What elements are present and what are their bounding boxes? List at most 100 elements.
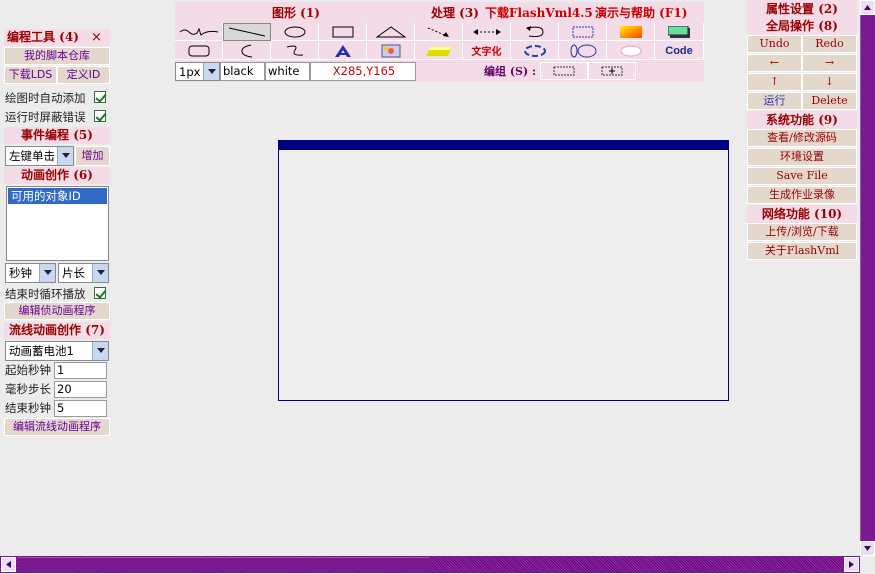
process-menu[interactable]: 处理 (3) — [431, 4, 479, 22]
triangle-icon — [374, 25, 407, 37]
step-input[interactable]: 20 — [54, 381, 107, 398]
triangle-tool[interactable] — [367, 23, 415, 41]
chevron-down-icon — [39, 264, 55, 282]
loop-label: 结束时循环播放 — [5, 287, 86, 301]
gradient-tool[interactable] — [607, 23, 655, 41]
anim-title: 动画创作 (6) — [4, 167, 110, 184]
download-menu[interactable]: 下载FlashVml4.5 — [485, 4, 593, 22]
shadow-box-icon — [668, 25, 690, 38]
wordart-tool[interactable] — [319, 42, 367, 60]
arc-tool[interactable] — [223, 42, 271, 60]
delete-button[interactable]: Delete — [802, 92, 857, 110]
rotate-tool[interactable] — [511, 42, 559, 60]
freehand-tool[interactable] — [175, 23, 223, 41]
scroll-left-button[interactable] — [1, 557, 16, 572]
fill-color-input[interactable]: white — [265, 62, 310, 81]
select-rect-tool[interactable] — [559, 23, 607, 41]
scroll-corner — [860, 556, 875, 573]
rect-tool[interactable] — [319, 23, 367, 41]
undo-button[interactable]: Undo — [747, 35, 802, 53]
add-button[interactable]: 增加 — [75, 146, 110, 166]
text-tool-label: 文字化 — [471, 47, 502, 58]
chevron-down-icon — [203, 63, 219, 80]
edit-frame-anim-button[interactable]: 编辑侦动画程序 — [4, 302, 110, 320]
shadow-box-tool[interactable] — [655, 23, 704, 41]
props-title[interactable]: 属性设置 (2) — [747, 0, 857, 18]
view-source-button[interactable]: 查看/修改源码 — [747, 129, 857, 147]
mask-errors-checkbox[interactable] — [94, 110, 106, 122]
end-sec-input[interactable]: 5 — [54, 400, 107, 417]
rounded-rect-tool[interactable] — [175, 42, 223, 60]
soft-oval-tool[interactable] — [607, 42, 655, 60]
move-up-button[interactable]: ↑ — [747, 73, 802, 91]
stroke-width-value: 1px — [179, 65, 201, 79]
code-tool[interactable]: Code — [655, 42, 704, 60]
scroll-up-button[interactable] — [860, 0, 875, 15]
my-repo-button[interactable]: 我的脚本仓库 — [4, 47, 110, 65]
rounded-rect-icon — [188, 45, 209, 56]
auto-add-checkbox[interactable] — [94, 91, 106, 103]
move-left-button[interactable]: ← — [747, 54, 802, 72]
event-select[interactable]: 左键单击 — [5, 146, 74, 166]
redo-button[interactable]: Redo — [802, 35, 857, 53]
horizontal-scrollbar[interactable] — [0, 556, 860, 573]
oval-group-tool[interactable] — [559, 42, 607, 60]
arrow-down-icon — [864, 546, 871, 551]
vertical-scroll-thumb[interactable] — [860, 15, 875, 540]
step-label: 毫秒步长 — [5, 382, 51, 396]
unit-select-value: 秒钟 — [9, 266, 32, 280]
system-title: 系统功能 (9) — [747, 111, 857, 129]
bezier-icon — [286, 45, 303, 56]
edit-stream-anim-button[interactable]: 编辑流线动画程序 — [4, 418, 110, 436]
move-right-button[interactable]: → — [802, 54, 857, 72]
dash-arrow-tool[interactable] — [415, 23, 463, 41]
rotate-icon — [523, 44, 546, 57]
define-id-button[interactable]: 定义ID — [57, 66, 110, 84]
upload-browse-button[interactable]: 上传/浏览/下载 — [747, 223, 857, 241]
shape-toolbar: 图形 (1) 处理 (3) 下载FlashVml4.5 演示与帮助 (F1) 文… — [175, 2, 704, 82]
curve-arrow-icon — [525, 25, 544, 37]
bezier-tool[interactable] — [271, 42, 319, 60]
group-add-tool[interactable] — [588, 62, 636, 80]
arrow-up-icon — [864, 5, 871, 10]
run-button[interactable]: 运行 — [747, 92, 802, 110]
scroll-right-button[interactable] — [844, 557, 859, 572]
end-sec-label: 结束秒钟 — [5, 401, 51, 415]
shapes-menu[interactable]: 图形 (1) — [272, 4, 320, 22]
env-settings-button[interactable]: 环境设置 — [747, 148, 857, 166]
save-file-button[interactable]: Save File — [747, 167, 857, 185]
ellipse-tool[interactable] — [271, 23, 319, 41]
chevron-down-icon — [57, 147, 73, 165]
vertical-scrollbar[interactable] — [860, 0, 875, 556]
list-item[interactable]: 可用的对象ID — [8, 188, 107, 204]
unit-select[interactable]: 秒钟 — [5, 263, 56, 283]
gen-record-button[interactable]: 生成作业录像 — [747, 186, 857, 204]
curve-arrow-tool[interactable] — [511, 23, 559, 41]
horizontal-scroll-thumb[interactable] — [17, 557, 429, 572]
text-tool[interactable]: 文字化 — [463, 42, 511, 60]
drawing-canvas[interactable] — [278, 140, 729, 401]
stroke-color-input[interactable]: black — [220, 62, 265, 81]
group-select-tool[interactable] — [540, 62, 588, 80]
close-icon[interactable]: × — [91, 29, 102, 46]
object-id-list[interactable]: 可用的对象ID — [6, 186, 109, 261]
dashed-rect-icon — [553, 66, 575, 76]
demo-help-menu[interactable]: 演示与帮助 (F1) — [595, 4, 687, 22]
image-tool[interactable] — [367, 42, 415, 60]
start-sec-input[interactable]: 1 — [54, 362, 107, 379]
stream-select[interactable]: 动画蓄电池1 — [5, 341, 109, 361]
arc-icon — [240, 44, 252, 57]
about-button[interactable]: 关于FlashVml — [747, 242, 857, 260]
move-down-button[interactable]: ↓ — [802, 73, 857, 91]
freehand-icon — [179, 27, 218, 36]
3d-box-icon — [425, 46, 452, 56]
loop-checkbox[interactable] — [94, 287, 106, 299]
scroll-down-button[interactable] — [860, 541, 875, 556]
line-tool[interactable] — [223, 23, 271, 41]
3d-box-tool[interactable] — [415, 42, 463, 60]
network-title: 网络功能 (10) — [747, 205, 857, 223]
double-arrow-tool[interactable] — [463, 23, 511, 41]
stroke-width-select[interactable]: 1px — [175, 62, 220, 81]
length-select[interactable]: 片长 — [58, 263, 109, 283]
download-lds-button[interactable]: 下载LDS — [4, 66, 57, 84]
